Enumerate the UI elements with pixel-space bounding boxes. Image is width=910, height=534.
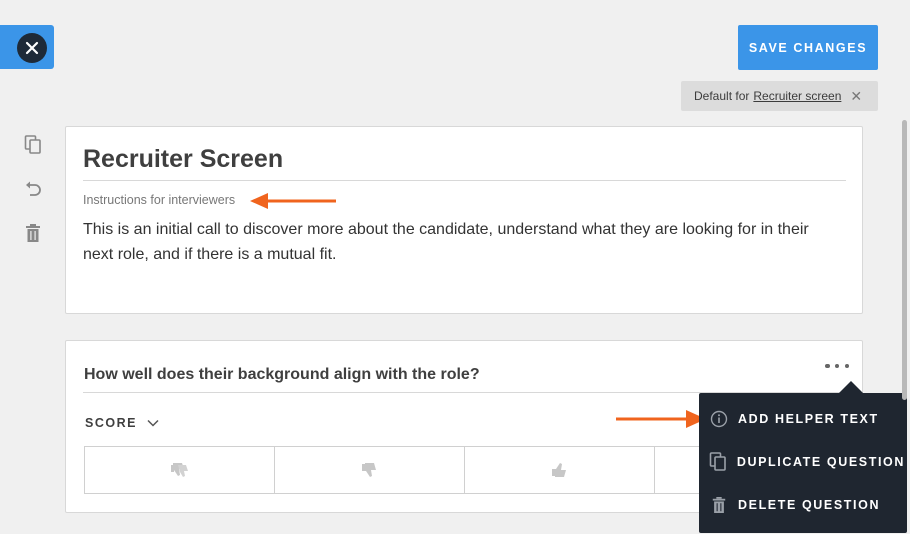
question-text[interactable]: How well does their background align wit…	[84, 366, 480, 384]
menu-item-label: DELETE QUESTION	[738, 498, 881, 512]
default-link[interactable]: Recruiter screen	[753, 89, 841, 103]
question-options-menu: ADD HELPER TEXT DUPLICATE QUESTION DELET…	[699, 393, 907, 533]
instructions-text[interactable]: This is an initial call to discover more…	[83, 217, 828, 267]
duplicate-icon	[709, 452, 728, 472]
dot	[834, 363, 840, 369]
trash-icon[interactable]	[24, 223, 42, 243]
chevron-down-icon	[147, 419, 159, 427]
menu-item-add-helper-text[interactable]: ADD HELPER TEXT	[709, 407, 905, 431]
undo-icon[interactable]	[24, 178, 42, 198]
interview-card: Recruiter Screen Instructions for interv…	[65, 126, 863, 314]
dot	[825, 363, 830, 369]
score-dropdown[interactable]: SCORE	[85, 416, 159, 430]
trash-icon	[709, 496, 729, 514]
more-options-button[interactable]	[825, 358, 849, 374]
close-tab	[0, 25, 54, 69]
double-thumbs-down-icon	[170, 463, 188, 477]
rating-yes[interactable]	[465, 447, 655, 493]
dot	[844, 363, 849, 369]
scrollbar-thumb[interactable]	[902, 120, 907, 400]
menu-item-duplicate-question[interactable]: DUPLICATE QUESTION	[709, 450, 905, 474]
default-chip: Default for Recruiter screen ✕	[681, 81, 878, 111]
close-button[interactable]	[17, 33, 47, 63]
interview-title[interactable]: Recruiter Screen	[83, 145, 283, 174]
info-icon	[709, 410, 729, 428]
remove-default-icon[interactable]: ✕	[850, 88, 862, 105]
save-changes-button[interactable]: SAVE CHANGES	[738, 25, 878, 70]
score-label: SCORE	[85, 416, 137, 430]
menu-item-label: DUPLICATE QUESTION	[736, 455, 905, 469]
rating-strong-no[interactable]	[85, 447, 275, 493]
menu-caret	[839, 381, 863, 393]
arrow-annotation	[250, 193, 336, 209]
instructions-label: Instructions for interviewers	[83, 193, 236, 207]
menu-item-label: ADD HELPER TEXT	[738, 412, 879, 426]
rating-no[interactable]	[275, 447, 465, 493]
arrow-annotation	[616, 410, 706, 428]
thumbs-up-icon	[551, 463, 566, 477]
menu-item-delete-question[interactable]: DELETE QUESTION	[709, 493, 905, 517]
title-divider	[83, 180, 846, 181]
copy-icon[interactable]	[24, 135, 42, 155]
thumbs-down-icon	[361, 463, 376, 477]
default-prefix: Default for	[694, 89, 750, 103]
close-icon	[25, 41, 39, 55]
